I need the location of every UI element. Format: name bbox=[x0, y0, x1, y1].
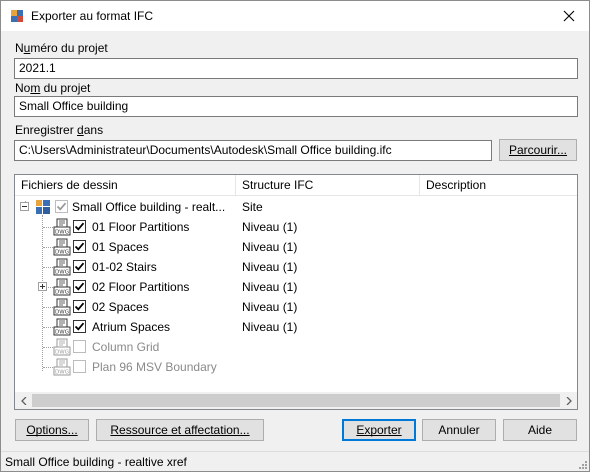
svg-text:DWG: DWG bbox=[55, 330, 69, 336]
export-button[interactable]: Exporter bbox=[342, 419, 416, 441]
horizontal-scrollbar[interactable] bbox=[15, 392, 577, 409]
row-name: Atrium Spaces bbox=[92, 320, 171, 334]
project-number-label: Numéro du projet bbox=[15, 41, 108, 55]
row-name: 02 Spaces bbox=[92, 300, 149, 314]
row-checkbox bbox=[73, 340, 86, 353]
tree-row[interactable]: DWG 01 Floor Partitions Niveau (1) bbox=[15, 217, 577, 237]
row-checkbox[interactable] bbox=[73, 280, 86, 293]
scroll-right-arrow-icon[interactable] bbox=[560, 392, 577, 409]
svg-text:DWG: DWG bbox=[55, 290, 69, 296]
row-checkbox[interactable] bbox=[73, 320, 86, 333]
resources-assignment-button[interactable]: Ressource et affectation... bbox=[96, 419, 264, 441]
tree-row[interactable]: DWG 01-02 Stairs Niveau (1) bbox=[15, 257, 577, 277]
row-ifc-structure: Niveau (1) bbox=[242, 300, 298, 314]
app-icon bbox=[11, 10, 23, 22]
project-number-input[interactable]: 2021.1 bbox=[14, 58, 578, 79]
close-icon bbox=[563, 10, 575, 22]
row-ifc-structure: Niveau (1) bbox=[242, 280, 298, 294]
export-ifc-dialog: Exporter au format IFC Numéro du projet … bbox=[0, 0, 590, 472]
svg-text:DWG: DWG bbox=[55, 250, 69, 256]
project-name-input[interactable]: Small Office building bbox=[14, 96, 578, 117]
row-ifc-structure: Site bbox=[242, 200, 263, 214]
dwg-file-icon: DWG bbox=[53, 318, 71, 336]
list-header: Fichiers de dessin Structure IFC Descrip… bbox=[15, 175, 577, 196]
save-in-label: Enregistrer dans bbox=[15, 123, 104, 137]
dwg-file-icon: DWG bbox=[53, 258, 71, 276]
svg-text:DWG: DWG bbox=[55, 230, 69, 236]
close-button[interactable] bbox=[549, 1, 589, 31]
cancel-button[interactable]: Annuler bbox=[422, 419, 496, 441]
scroll-left-arrow-icon[interactable] bbox=[15, 392, 32, 409]
svg-text:DWG: DWG bbox=[55, 370, 69, 376]
row-ifc-structure: Niveau (1) bbox=[242, 220, 298, 234]
dwg-file-icon: DWG bbox=[53, 238, 71, 256]
tree-row[interactable]: DWG 01 Spaces Niveau (1) bbox=[15, 237, 577, 257]
column-header-ifc-structure[interactable]: Structure IFC bbox=[236, 175, 420, 196]
svg-text:DWG: DWG bbox=[55, 350, 69, 356]
expand-icon[interactable] bbox=[38, 282, 47, 291]
tree-row[interactable]: DWG 02 Floor Partitions Niveau (1) bbox=[15, 277, 577, 297]
drawing-files-list[interactable]: Fichiers de dessin Structure IFC Descrip… bbox=[14, 174, 578, 410]
svg-text:DWG: DWG bbox=[55, 310, 69, 316]
tree-row[interactable]: DWG 02 Spaces Niveau (1) bbox=[15, 297, 577, 317]
column-header-description[interactable]: Description bbox=[420, 175, 577, 196]
options-button[interactable]: Options... bbox=[15, 419, 89, 441]
collapse-icon[interactable] bbox=[20, 202, 29, 211]
dwg-file-icon: DWG bbox=[53, 218, 71, 236]
dwg-file-icon: DWG bbox=[53, 358, 71, 376]
row-checkbox bbox=[55, 200, 68, 213]
help-button[interactable]: Aide bbox=[503, 419, 577, 441]
row-name: 01-02 Stairs bbox=[92, 260, 157, 274]
title-bar: Exporter au format IFC bbox=[1, 1, 589, 31]
svg-text:DWG: DWG bbox=[55, 270, 69, 276]
row-checkbox[interactable] bbox=[73, 240, 86, 253]
status-bar: Small Office building - realtive xref bbox=[1, 451, 589, 471]
row-name: 01 Floor Partitions bbox=[92, 220, 190, 234]
row-checkbox[interactable] bbox=[73, 300, 86, 313]
browse-button[interactable]: Parcourir... bbox=[499, 139, 577, 161]
tree-row[interactable]: DWG Atrium Spaces Niveau (1) bbox=[15, 317, 577, 337]
column-header-drawing-files[interactable]: Fichiers de dessin bbox=[15, 175, 236, 196]
row-ifc-structure: Niveau (1) bbox=[242, 320, 298, 334]
row-name: Plan 96 MSV Boundary bbox=[92, 360, 217, 374]
dwg-file-icon: DWG bbox=[53, 298, 71, 316]
row-ifc-structure: Niveau (1) bbox=[242, 240, 298, 254]
resize-grip-icon[interactable] bbox=[577, 459, 587, 469]
project-icon bbox=[34, 198, 52, 216]
row-name: 01 Spaces bbox=[92, 240, 149, 254]
project-name-label: Nom du projet bbox=[15, 81, 91, 95]
row-checkbox[interactable] bbox=[73, 260, 86, 273]
status-text: Small Office building - realtive xref bbox=[5, 455, 187, 469]
tree-root-row[interactable]: Small Office building - realt... Site bbox=[15, 197, 577, 217]
tree-row[interactable]: DWG Plan 96 MSV Boundary bbox=[15, 357, 577, 377]
window-title: Exporter au format IFC bbox=[31, 9, 154, 23]
scrollbar-thumb[interactable] bbox=[32, 394, 560, 407]
row-checkbox[interactable] bbox=[73, 220, 86, 233]
save-path-input[interactable]: C:\Users\Administrateur\Documents\Autode… bbox=[14, 140, 492, 161]
row-name: Small Office building - realt... bbox=[72, 200, 226, 214]
row-checkbox bbox=[73, 360, 86, 373]
tree-row[interactable]: DWG Column Grid bbox=[15, 337, 577, 357]
row-name: 02 Floor Partitions bbox=[92, 280, 190, 294]
row-name: Column Grid bbox=[92, 340, 160, 354]
dwg-file-icon: DWG bbox=[53, 278, 71, 296]
dwg-file-icon: DWG bbox=[53, 338, 71, 356]
row-ifc-structure: Niveau (1) bbox=[242, 260, 298, 274]
